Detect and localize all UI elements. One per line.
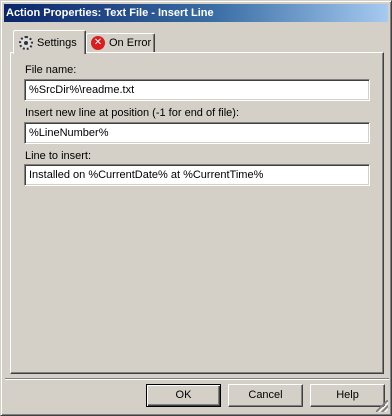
line-to-insert-field[interactable]: Installed on %CurrentDate% at %CurrentTi… — [24, 164, 370, 186]
divider — [5, 378, 389, 380]
insert-position-field[interactable]: %LineNumber% — [24, 122, 370, 144]
ok-button[interactable]: OK — [146, 384, 221, 407]
file-name-field[interactable]: %SrcDir%\readme.txt — [24, 79, 370, 101]
resize-grip[interactable] — [376, 400, 388, 412]
line-to-insert-label: Line to insert: — [25, 150, 92, 162]
cancel-button[interactable]: Cancel — [228, 384, 303, 407]
error-icon: ✕ — [91, 36, 105, 50]
gear-icon — [19, 35, 33, 50]
tab-on-error-label: On Error — [109, 37, 152, 49]
window-title[interactable]: Action Properties: Text File - Insert Li… — [4, 4, 388, 22]
tab-settings-label: Settings — [37, 36, 77, 49]
tab-on-error[interactable]: ✕ On Error — [86, 33, 155, 52]
file-name-label: File name: — [25, 64, 77, 76]
help-button[interactable]: Help — [310, 384, 385, 407]
tab-settings[interactable]: Settings — [13, 30, 86, 54]
insert-position-label: Insert new line at position (-1 for end … — [25, 107, 239, 119]
dialog-window: Action Properties: Text File - Insert Li… — [0, 0, 392, 416]
